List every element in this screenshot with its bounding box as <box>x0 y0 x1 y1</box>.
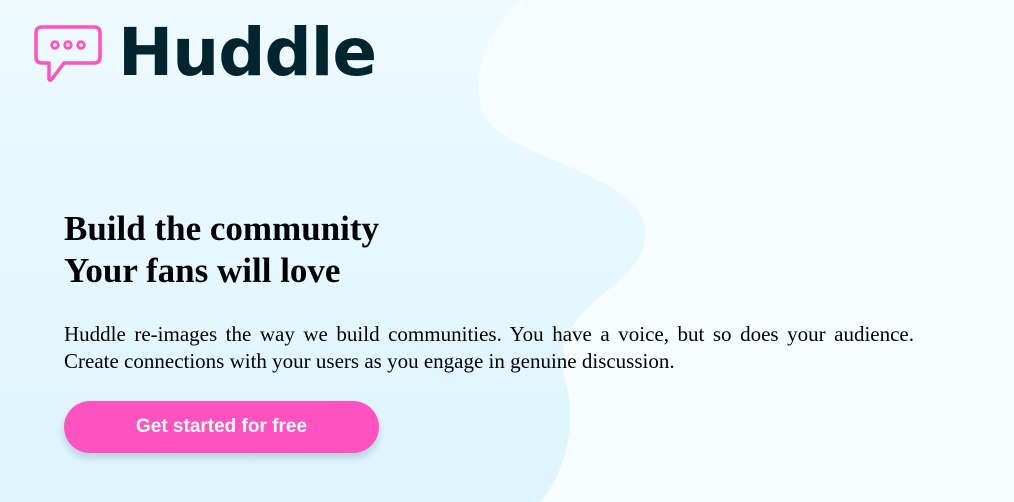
hero-headline: Build the community Your fans will love <box>64 208 914 292</box>
hero-description: Huddle re-images the way we build commun… <box>64 322 914 373</box>
logo[interactable]: Huddle <box>34 14 377 91</box>
chat-bubble-icon <box>34 25 102 83</box>
logo-wordmark: Huddle <box>118 14 377 91</box>
headline-line-2: Your fans will love <box>64 251 341 290</box>
hero-section: Build the community Your fans will love … <box>64 208 914 375</box>
get-started-button[interactable]: Get started for free <box>64 401 379 453</box>
headline-line-1: Build the community <box>64 209 380 248</box>
landing-page: Huddle Build the community Your fans wil… <box>0 0 1014 502</box>
